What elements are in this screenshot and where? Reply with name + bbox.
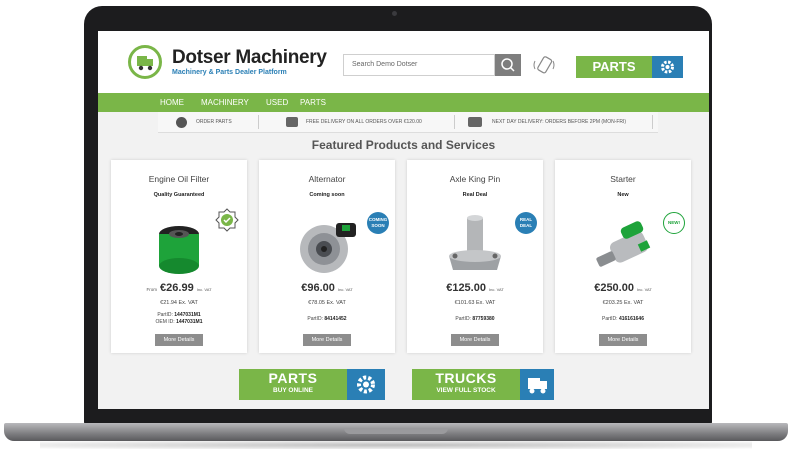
price-value: €125.00 bbox=[446, 282, 486, 294]
laptop-screen: Dotser Machinery Machinery & Parts Deale… bbox=[98, 31, 709, 409]
product-card-oil-filter[interactable]: Engine Oil Filter Quality Guaranteed Fro… bbox=[111, 160, 247, 353]
delivery-van-icon bbox=[286, 117, 298, 127]
nav-item-parts[interactable]: PARTS bbox=[300, 93, 326, 112]
nav-item-home[interactable]: HOME bbox=[160, 93, 184, 112]
price-inc-vat: Inc. VAT bbox=[489, 287, 504, 292]
part-id: PartID: 84141452 bbox=[259, 316, 395, 322]
site-header: Dotser Machinery Machinery & Parts Deale… bbox=[98, 31, 709, 93]
price-ex-vat: €78.05 Ex. VAT bbox=[308, 300, 346, 306]
part-id-label: PartID: bbox=[307, 316, 323, 322]
king-pin-image bbox=[449, 215, 501, 270]
alternator-image bbox=[300, 223, 356, 273]
part-id-label: PartID: bbox=[157, 312, 173, 318]
parts-buy-online-button[interactable]: PARTS BUY ONLINE bbox=[239, 369, 385, 400]
product-card-starter[interactable]: Starter New NEW! €250.00 Inc. VAT €203.2… bbox=[555, 160, 691, 353]
starter-motor-image bbox=[596, 221, 651, 267]
price-inc-vat: Inc. VAT bbox=[637, 287, 652, 292]
part-id-value: 1447031M1 bbox=[174, 312, 201, 318]
coming-soon-badge: COMING SOON bbox=[367, 212, 389, 234]
price-value: €26.99 bbox=[160, 282, 194, 294]
product-price: €250.00 Inc. VAT bbox=[555, 282, 691, 294]
phone-icon[interactable] bbox=[532, 53, 556, 77]
product-name[interactable]: Alternator bbox=[259, 174, 395, 184]
new-badge: NEW! bbox=[663, 212, 685, 234]
gear-icon bbox=[347, 369, 385, 400]
gears-icon bbox=[176, 117, 187, 128]
price-inc-vat: Inc. VAT bbox=[337, 287, 353, 292]
info-order-parts[interactable]: ORDER PARTS bbox=[196, 112, 232, 132]
price-inc-vat: Inc. VAT bbox=[196, 287, 212, 292]
header-parts-label: PARTS bbox=[592, 59, 636, 74]
main-nav: HOME MACHINERY USED PARTS bbox=[98, 93, 709, 112]
product-tag: Real Deal bbox=[462, 192, 488, 198]
nav-item-machinery[interactable]: MACHINERY bbox=[201, 93, 249, 112]
laptop-shadow bbox=[40, 441, 752, 449]
part-id-label: PartID: bbox=[455, 316, 471, 322]
quality-check-icon bbox=[215, 208, 239, 232]
price-ex-vat: €203.25 Ex. VAT bbox=[602, 300, 644, 306]
truck-icon bbox=[468, 117, 482, 127]
info-bar: ORDER PARTS FREE DELIVERY ON ALL ORDERS … bbox=[158, 112, 658, 133]
laptop-notch bbox=[344, 428, 448, 434]
info-next-day: NEXT DAY DELIVERY: ORDERS BEFORE 2PM (MO… bbox=[492, 119, 627, 125]
trucks-cta-title: TRUCKS bbox=[435, 370, 497, 386]
truck-icon bbox=[520, 369, 554, 400]
info-divider bbox=[454, 115, 455, 129]
oem-id-value: 1447031M1 bbox=[176, 319, 203, 325]
featured-title: Featured Products and Services bbox=[311, 138, 496, 152]
gear-icon bbox=[652, 56, 683, 78]
parts-cta-subtitle: BUY ONLINE bbox=[273, 387, 313, 394]
nav-item-used[interactable]: USED bbox=[266, 93, 288, 112]
product-price: €125.00 Inc. VAT bbox=[407, 282, 543, 294]
more-details-button[interactable]: More Details bbox=[599, 334, 647, 346]
part-id: PartID: 87759380 bbox=[407, 316, 543, 322]
product-tag: New bbox=[617, 192, 629, 198]
price-from: From bbox=[146, 287, 157, 292]
search-icon bbox=[501, 58, 515, 72]
part-id-value: 87759380 bbox=[472, 316, 495, 322]
price-ex-vat: €101.63 Ex. VAT bbox=[454, 300, 496, 306]
product-price: €96.00 Inc. VAT bbox=[259, 282, 395, 294]
price-value: €96.00 bbox=[301, 282, 335, 294]
webcam bbox=[392, 11, 397, 16]
search-input[interactable]: Search Demo Dotser bbox=[343, 54, 495, 76]
info-divider bbox=[652, 115, 653, 129]
product-tag: Quality Guaranteed bbox=[153, 192, 205, 198]
product-tag: Coming soon bbox=[309, 192, 345, 198]
info-free-delivery: FREE DELIVERY ON ALL ORDERS OVER €120.00 bbox=[306, 119, 422, 125]
more-details-button[interactable]: More Details bbox=[303, 334, 351, 346]
more-details-button[interactable]: More Details bbox=[155, 334, 203, 346]
oem-id-label: OEM ID: bbox=[155, 319, 175, 325]
oil-filter-image bbox=[159, 226, 199, 274]
trucks-cta-subtitle: VIEW FULL STOCK bbox=[436, 387, 496, 394]
product-name[interactable]: Engine Oil Filter bbox=[111, 174, 247, 184]
price-ex-vat: €21.94 Ex. VAT bbox=[160, 300, 198, 306]
real-deal-badge: REAL DEAL bbox=[515, 212, 537, 234]
product-name[interactable]: Starter bbox=[555, 174, 691, 184]
part-id-value: 416161646 bbox=[618, 316, 644, 322]
product-card-axle-king-pin[interactable]: Axle King Pin Real Deal REAL DEAL €125.0… bbox=[407, 160, 543, 353]
part-id: PartID: 1447031M1 bbox=[111, 312, 247, 318]
parts-cta-title: PARTS bbox=[268, 370, 318, 386]
brand-tagline: Machinery & Parts Dealer Platform bbox=[172, 69, 287, 76]
part-id-label: PartID: bbox=[602, 316, 618, 322]
truck-logo-icon[interactable] bbox=[128, 45, 162, 79]
price-value: €250.00 bbox=[594, 282, 634, 294]
trucks-view-stock-button[interactable]: TRUCKS VIEW FULL STOCK bbox=[412, 369, 554, 400]
product-price: From €26.99 Inc. VAT bbox=[111, 282, 247, 294]
oem-id: OEM ID: 1447031M1 bbox=[111, 319, 247, 325]
more-details-button[interactable]: More Details bbox=[451, 334, 499, 346]
search-button[interactable] bbox=[495, 54, 521, 76]
product-name[interactable]: Axle King Pin bbox=[407, 174, 543, 184]
brand-name[interactable]: Dotser Machinery bbox=[172, 47, 327, 69]
product-card-alternator[interactable]: Alternator Coming soon COMING SOON €96.0… bbox=[259, 160, 395, 353]
header-parts-button[interactable]: PARTS bbox=[576, 56, 683, 78]
part-id: PartID: 416161646 bbox=[555, 316, 691, 322]
info-divider bbox=[258, 115, 259, 129]
part-id-value: 84141452 bbox=[324, 316, 347, 322]
